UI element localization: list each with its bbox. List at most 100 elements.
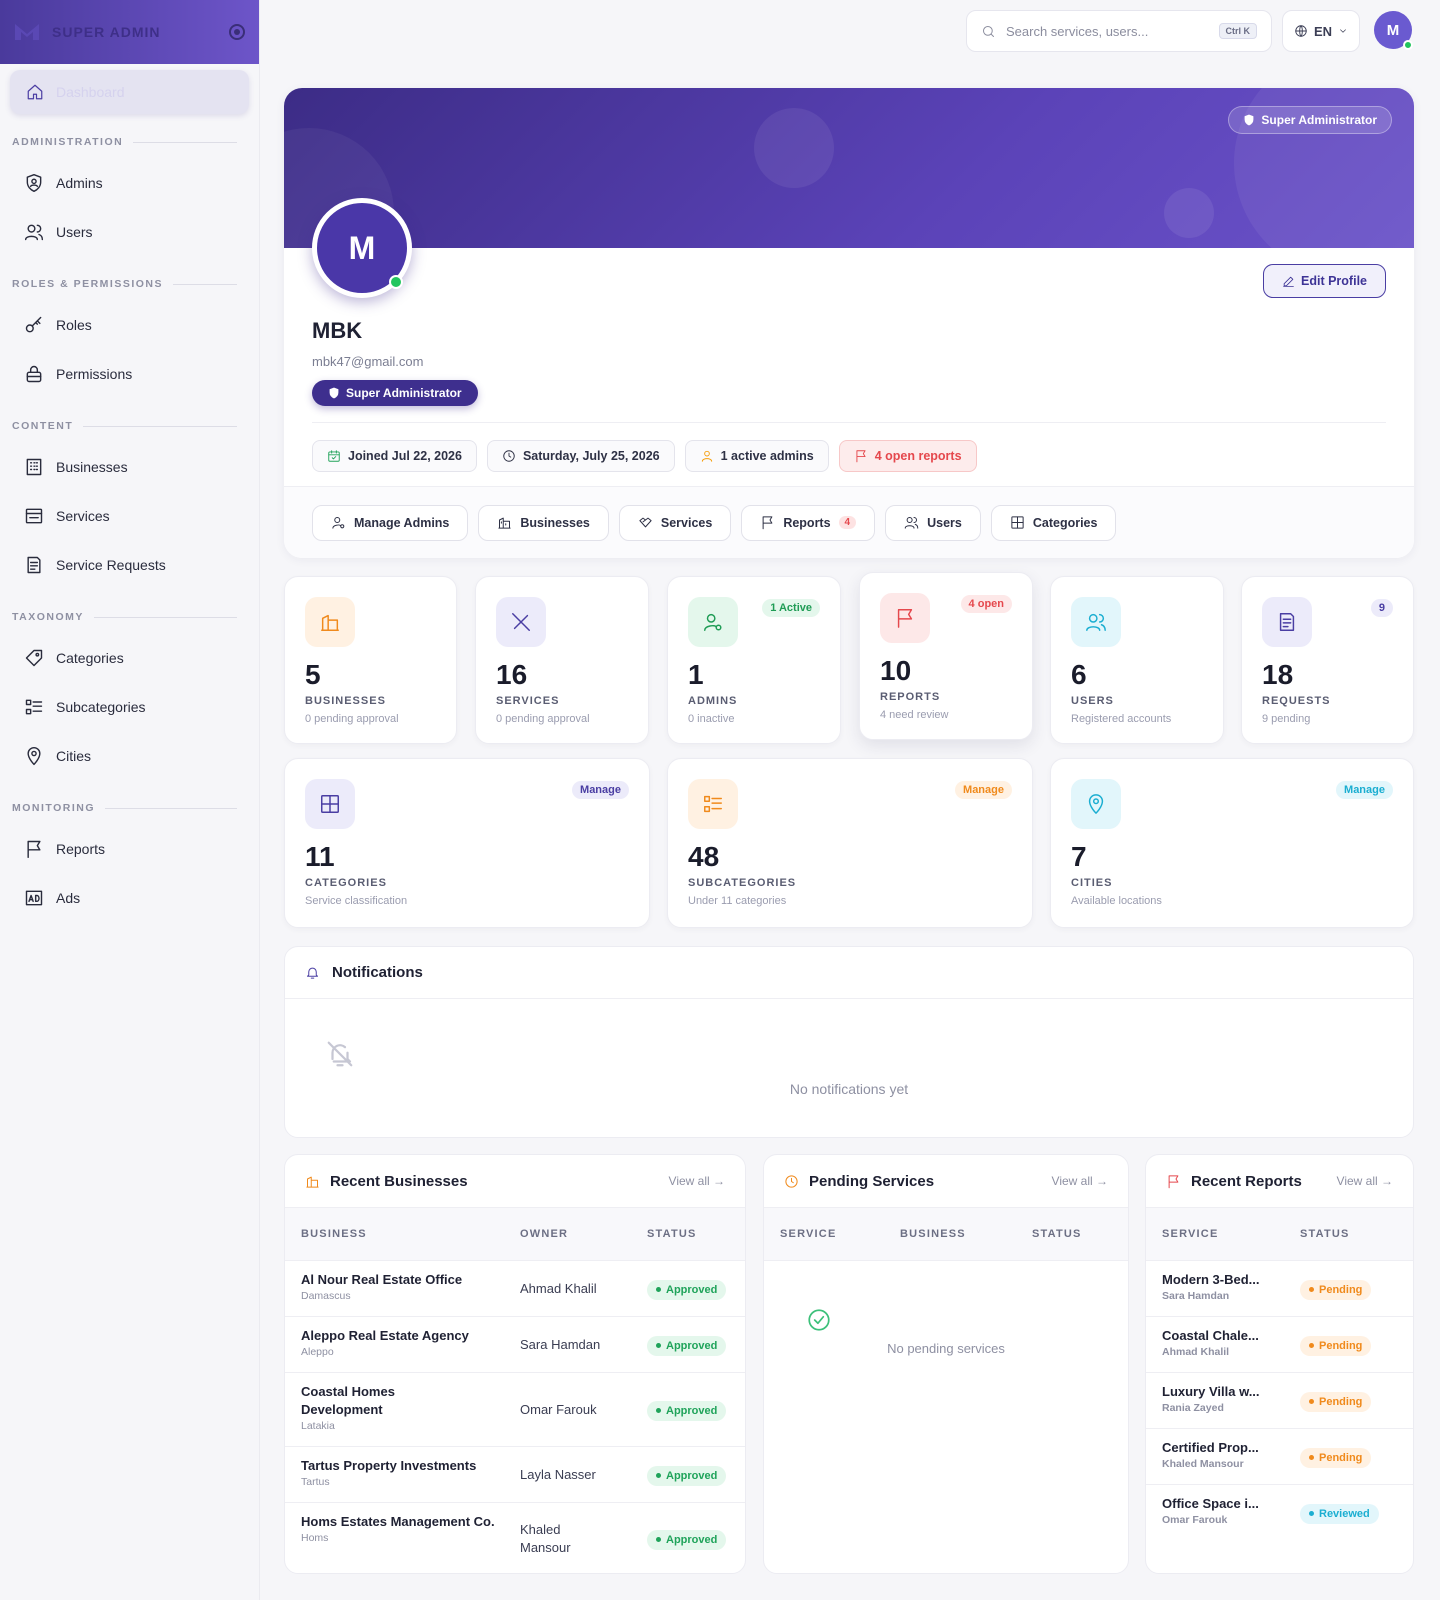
profile-info-chips: Joined Jul 22, 2026 Saturday, July 25, 2… [312, 440, 977, 472]
stat-sub: 0 pending approval [496, 713, 590, 725]
table-row[interactable]: Coastal Homes Development Latakia Omar Fa… [285, 1373, 745, 1447]
sidebar-item-services[interactable]: Services [0, 491, 259, 540]
sidebar-item-label: Service Requests [56, 556, 166, 573]
stat-tag: 9 [1370, 599, 1393, 617]
quick-users-button[interactable]: Users [885, 504, 981, 541]
business-owner: Layla Nasser [520, 1467, 596, 1482]
search-input[interactable]: Search services, users... Ctrl K [966, 10, 1272, 52]
manage-categories-link[interactable]: Manage [572, 781, 629, 799]
stat-card-reports[interactable]: 4 open 10 REPORTS 4 need review [859, 572, 1033, 740]
sidebar-toggle-icon[interactable] [229, 24, 245, 40]
quick-manage-admins-button[interactable]: Manage Admins [312, 504, 469, 541]
table-row[interactable]: Aleppo Real Estate Agency Aleppo Sara Ham… [285, 1317, 745, 1373]
recent-businesses-panel: Recent Businesses View all → BUSINESS OW… [284, 1154, 746, 1574]
sidebar-item-subcategories[interactable]: Subcategories [0, 682, 259, 731]
report-user: Ahmad Khalil [1162, 1346, 1230, 1358]
stat-card-categories[interactable]: Manage 11 CATEGORIES Service classificat… [284, 758, 650, 928]
table-row[interactable]: Office Space i... Omar Farouk Reviewed [1146, 1485, 1413, 1541]
table-row[interactable]: Luxury Villa w... Rania Zayed Pending [1146, 1373, 1413, 1429]
edit-profile-button[interactable]: Edit Profile [1263, 264, 1386, 298]
flag-icon [856, 450, 866, 463]
status-label: Approved [666, 1404, 718, 1417]
profile-card: Super Administrator M Edit Profile MBK m… [284, 88, 1414, 558]
manage-subcategories-link[interactable]: Manage [955, 781, 1012, 799]
stat-card-admins[interactable]: 1 Active 1 ADMINS 0 inactive [667, 576, 841, 744]
sidebar-item-label: Reports [56, 840, 106, 857]
recent-reports-panel: Recent Reports View all → SERVICE STATUS… [1145, 1154, 1414, 1574]
reports-count-badge: 4 [838, 516, 857, 529]
status-badge: Approved [647, 1335, 727, 1356]
sidebar-item-label: Services [56, 507, 110, 524]
sidebar-item-businesses[interactable]: Businesses [0, 442, 259, 491]
quick-link-label: Reports [783, 515, 831, 530]
home-icon [27, 84, 43, 100]
document-list-icon [1279, 613, 1295, 631]
stat-card-users[interactable]: 6 USERS Registered accounts [1050, 576, 1224, 744]
table-row[interactable]: Homs Estates Management Co. Homs Khaled M… [285, 1503, 745, 1573]
table-header: BUSINESS OWNER STATUS [285, 1207, 745, 1261]
stat-sub: Available locations [1071, 895, 1162, 907]
panel-title: Pending Services [809, 1172, 935, 1190]
table-row[interactable]: Coastal Chale... Ahmad Khalil Pending [1146, 1317, 1413, 1373]
sidebar-item-ads[interactable]: Ads [0, 873, 259, 922]
table-header: SERVICE STATUS [1146, 1207, 1413, 1261]
quick-link-label: Businesses [520, 515, 590, 530]
stat-sub: 0 inactive [688, 713, 735, 725]
stat-icon-box [1071, 597, 1121, 647]
table-row[interactable]: Tartus Property Investments Tartus Layla … [285, 1447, 745, 1503]
quick-services-button[interactable]: Services [618, 504, 732, 541]
sidebar-item-permissions[interactable]: Permissions [0, 349, 259, 398]
sidebar-item-roles[interactable]: Roles [0, 300, 259, 349]
status-badge: Pending [1300, 1447, 1372, 1468]
sidebar-item-service-requests[interactable]: Service Requests [0, 540, 259, 589]
sidebar-item-label: Users [56, 223, 93, 240]
sidebar-item-admins[interactable]: Admins [0, 158, 259, 207]
sidebar-item-categories[interactable]: Categories [0, 633, 259, 682]
view-all-link[interactable]: View all → [1337, 1174, 1393, 1188]
view-all-link[interactable]: View all → [669, 1174, 725, 1188]
sidebar-item-dashboard[interactable]: Dashboard [10, 70, 249, 114]
users-icon [1086, 613, 1106, 631]
quick-businesses-button[interactable]: Businesses [478, 504, 609, 541]
status-label: Pending [1319, 1451, 1363, 1464]
bell-off-icon [325, 1039, 355, 1069]
chip-label: 4 open reports [874, 449, 962, 463]
sidebar-item-reports[interactable]: Reports [0, 824, 259, 873]
quick-link-label: Manage Admins [354, 515, 450, 530]
stat-card-services[interactable]: 16 SERVICES 0 pending approval [475, 576, 649, 744]
view-all-link[interactable]: View all → [1052, 1174, 1108, 1188]
language-select[interactable]: EN [1282, 10, 1360, 52]
chip-label: Saturday, July 25, 2026 [522, 449, 660, 463]
user-avatar[interactable]: M [1374, 11, 1413, 50]
stat-card-businesses[interactable]: 5 BUSINESSES 0 pending approval [284, 576, 457, 744]
stat-card-subcategories[interactable]: Manage 48 SUBCATEGORIES Under 11 categor… [667, 758, 1033, 928]
check-circle-icon [806, 1307, 832, 1333]
table-row[interactable]: Modern 3-Bed... Sara Hamdan Pending [1146, 1261, 1413, 1317]
stat-card-cities[interactable]: Manage 7 CITIES Available locations [1050, 758, 1414, 928]
key-icon [25, 316, 42, 332]
quick-reports-button[interactable]: Reports 4 [741, 504, 876, 541]
sidebar-item-cities[interactable]: Cities [0, 731, 259, 780]
joined-chip: Joined Jul 22, 2026 [312, 440, 477, 472]
profile-avatar: M [312, 198, 412, 298]
quick-categories-button[interactable]: Categories [990, 504, 1117, 541]
sidebar-item-label: Ads [56, 889, 81, 906]
business-name: Aleppo Real Estate Agency [301, 1328, 469, 1343]
panel-header: Recent Reports View all → [1146, 1155, 1413, 1207]
table-row[interactable]: Certified Prop... Khaled Mansour Pending [1146, 1429, 1413, 1485]
stat-card-requests[interactable]: 9 18 REQUESTS 9 pending [1241, 576, 1414, 744]
stat-value: 5 [305, 659, 321, 690]
ad-icon [25, 890, 43, 905]
avatar-initial: M [348, 229, 376, 266]
pending-services-empty: No pending services [887, 1341, 1005, 1356]
sidebar-item-users[interactable]: Users [0, 207, 259, 256]
sidebar-item-label: Roles [56, 316, 92, 333]
flag-icon [897, 609, 913, 628]
manage-cities-link[interactable]: Manage [1336, 781, 1393, 799]
sidebar-item-label: Cities [56, 747, 92, 764]
open-reports-chip[interactable]: 4 open reports [838, 440, 977, 472]
stat-value: 1 [688, 659, 704, 690]
search-placeholder: Search services, users... [1006, 23, 1149, 39]
sidebar: SUPER ADMIN Dashboard ADMINISTRATION Adm… [0, 0, 260, 1600]
table-row[interactable]: Al Nour Real Estate Office Damascus Ahmad… [285, 1261, 745, 1317]
